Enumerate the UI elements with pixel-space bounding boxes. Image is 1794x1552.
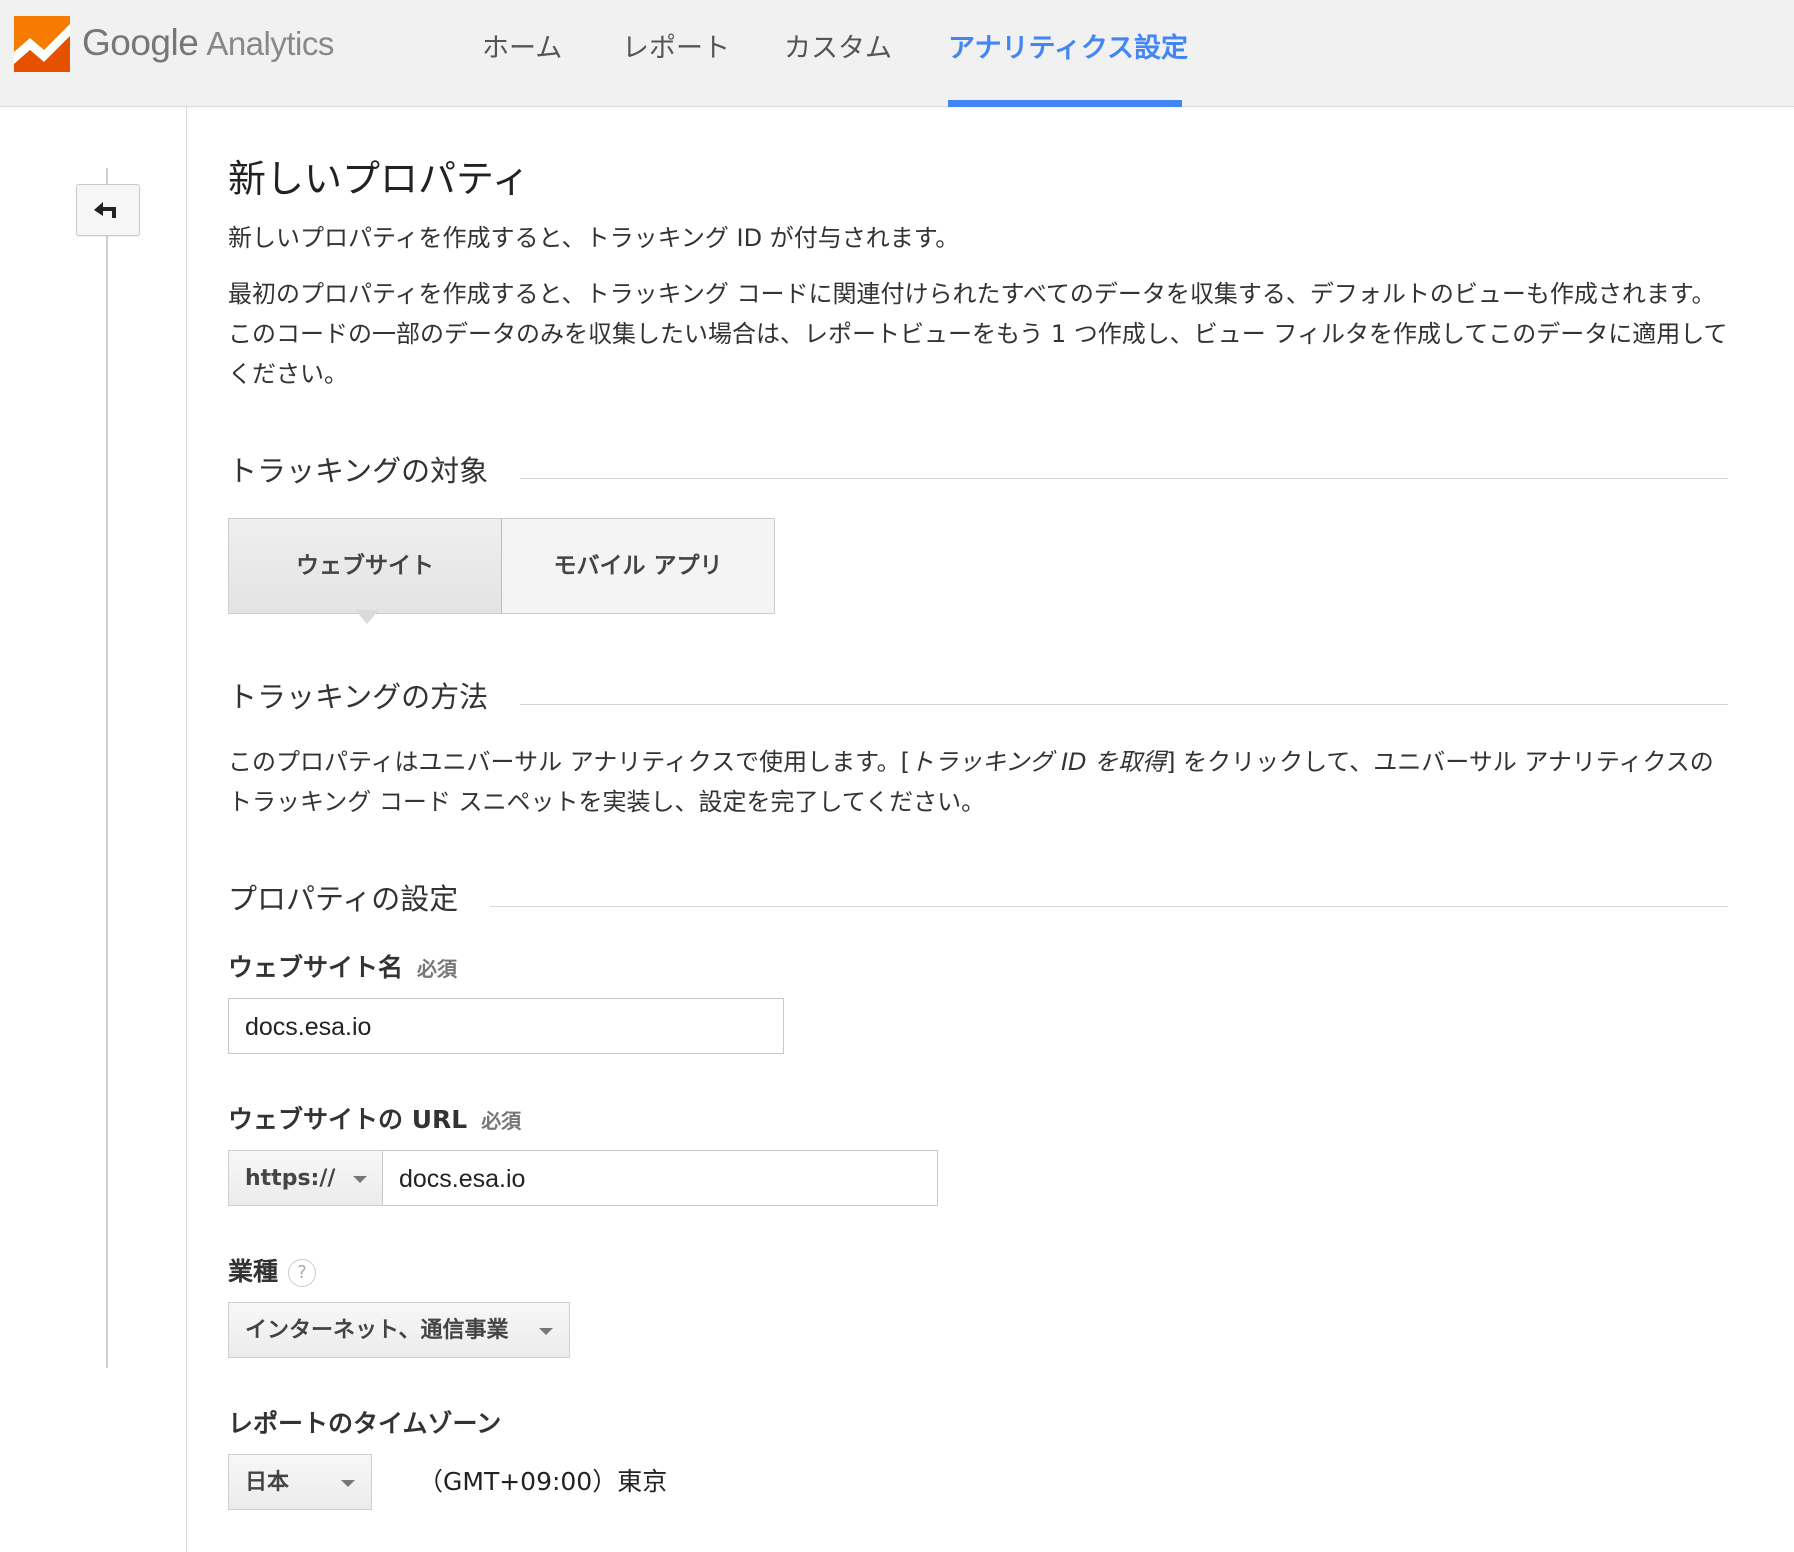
tracking-method-emphasis: トラッキング ID を取得 <box>910 748 1167 776</box>
tracking-method-title: トラッキングの方法 <box>228 680 489 714</box>
industry-label: 業種? <box>228 1252 317 1288</box>
google-analytics-logo-icon <box>14 16 70 72</box>
option-website[interactable]: ウェブサイト <box>228 518 502 614</box>
website-url-label: ウェブサイトの URL 必須 <box>228 1100 521 1136</box>
website-url-input[interactable]: docs.esa.io <box>382 1150 938 1206</box>
help-icon[interactable]: ? <box>288 1259 317 1287</box>
tracking-method-text-before: このプロパティはユニバーサル アナリティクスで使用します。[ <box>228 748 911 776</box>
nav-admin[interactable]: アナリティクス設定 <box>948 26 1188 65</box>
top-navigation-bar: Google Analytics ホーム レポート カスタム アナリティクス設定 <box>0 0 1794 107</box>
property-settings-title: プロパティの設定 <box>228 882 459 916</box>
nav-home[interactable]: ホーム <box>482 26 562 65</box>
sidebar-track-line <box>106 168 108 1368</box>
chevron-down-icon <box>341 1480 355 1487</box>
page-title: 新しいプロパティ <box>228 157 530 201</box>
required-badge: 必須 <box>417 957 458 981</box>
website-name-label: ウェブサイト名 必須 <box>228 948 457 984</box>
chevron-down-icon <box>539 1328 553 1335</box>
tracking-target-title: トラッキングの対象 <box>228 454 489 488</box>
logo-product-text: Analytics <box>206 25 334 62</box>
chevron-down-icon <box>353 1176 367 1183</box>
industry-value: インターネット、通信事業 <box>245 1318 509 1343</box>
back-button[interactable] <box>76 184 140 236</box>
description-text: 最初のプロパティを作成すると、トラッキング コードに関連付けられたすべてのデータ… <box>228 280 1728 388</box>
industry-label-text: 業種 <box>228 1257 279 1286</box>
back-arrow-icon <box>94 202 116 218</box>
section-divider <box>490 906 1728 907</box>
option-mobile-app[interactable]: モバイル アプリ <box>502 518 775 614</box>
website-url-label-text: ウェブサイトの URL <box>228 1105 468 1134</box>
section-divider <box>520 478 1728 479</box>
nav-reports[interactable]: レポート <box>622 26 730 65</box>
protocol-value: https:// <box>245 1166 336 1191</box>
logo-text: Google Analytics <box>82 22 334 64</box>
active-tab-indicator <box>948 100 1182 107</box>
industry-select[interactable]: インターネット、通信事業 <box>228 1302 570 1358</box>
intro-text: 新しいプロパティを作成すると、トラッキング ID が付与されます。 <box>228 224 960 252</box>
tracking-target-toggle: ウェブサイト モバイル アプリ <box>228 518 776 614</box>
nav-custom[interactable]: カスタム <box>784 26 892 65</box>
logo-google-text: Google <box>82 22 199 63</box>
timezone-label: レポートのタイムゾーン <box>228 1409 502 1438</box>
tracking-method-text: このプロパティはユニバーサル アナリティクスで使用します。[トラッキング ID … <box>228 742 1718 822</box>
timezone-zone-text: （GMT+09:00）東京 <box>418 1467 668 1496</box>
selected-caret <box>355 610 379 624</box>
section-divider <box>520 704 1728 705</box>
website-name-label-text: ウェブサイト名 <box>228 953 404 982</box>
required-badge: 必須 <box>481 1109 522 1133</box>
protocol-select[interactable]: https:// <box>228 1150 384 1206</box>
timezone-country-select[interactable]: 日本 <box>228 1454 372 1510</box>
sidebar-divider <box>186 107 187 1552</box>
timezone-country-value: 日本 <box>245 1470 290 1495</box>
website-name-input[interactable]: docs.esa.io <box>228 998 784 1054</box>
